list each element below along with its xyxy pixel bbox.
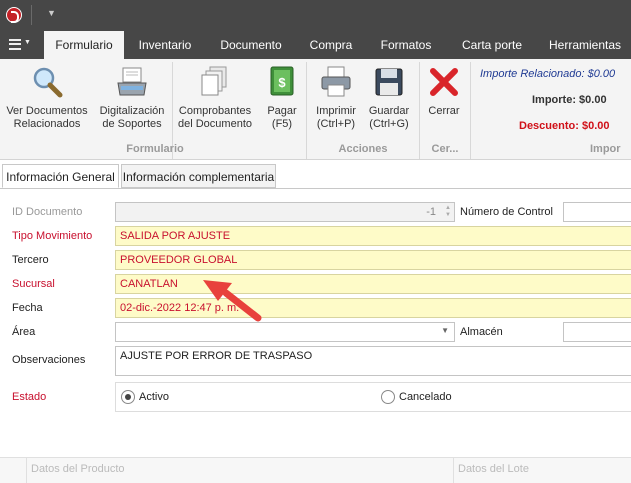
annotation-arrow-icon xyxy=(203,280,262,322)
